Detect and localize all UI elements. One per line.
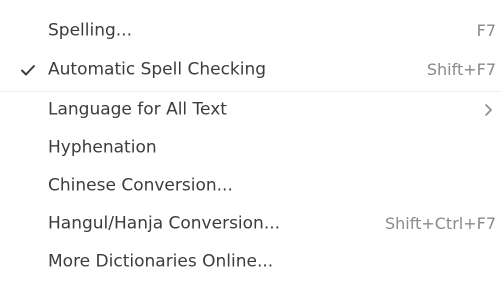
menu-item-more-dictionaries-online[interactable]: More Dictionaries Online... bbox=[0, 243, 500, 281]
menu-item-hangul-hanja-conversion[interactable]: Hangul/Hanja Conversion... Shift+Ctrl+F7 bbox=[0, 205, 500, 243]
menu-item-label: Language for All Text bbox=[48, 99, 227, 120]
menu-item-hyphenation[interactable]: Hyphenation bbox=[0, 129, 500, 167]
menu-item-chinese-conversion[interactable]: Chinese Conversion... bbox=[0, 167, 500, 205]
menu-item-label: Hangul/Hanja Conversion... bbox=[48, 213, 281, 234]
menu-item-spelling[interactable]: Spelling... F7 bbox=[0, 12, 500, 50]
tools-menu: Spelling... F7 Automatic Spell Checking … bbox=[0, 0, 500, 280]
menu-item-label: Chinese Conversion... bbox=[48, 175, 233, 196]
menu-item-language-for-all-text[interactable]: Language for All Text bbox=[0, 91, 500, 129]
chevron-right-icon bbox=[485, 104, 492, 116]
menu-item-label: Hyphenation bbox=[48, 137, 157, 158]
menu-item-shortcut: Shift+Ctrl+F7 bbox=[384, 214, 496, 233]
menu-item-label: More Dictionaries Online... bbox=[48, 251, 274, 272]
menu-item-shortcut: F7 bbox=[476, 21, 496, 40]
menu-item-label: Automatic Spell Checking bbox=[48, 59, 267, 80]
menu-item-label: Spelling... bbox=[48, 20, 132, 41]
menu-item-shortcut: Shift+F7 bbox=[426, 60, 496, 79]
menu-item-automatic-spell-checking[interactable]: Automatic Spell Checking Shift+F7 bbox=[0, 51, 500, 89]
checkmark-icon bbox=[21, 65, 35, 76]
